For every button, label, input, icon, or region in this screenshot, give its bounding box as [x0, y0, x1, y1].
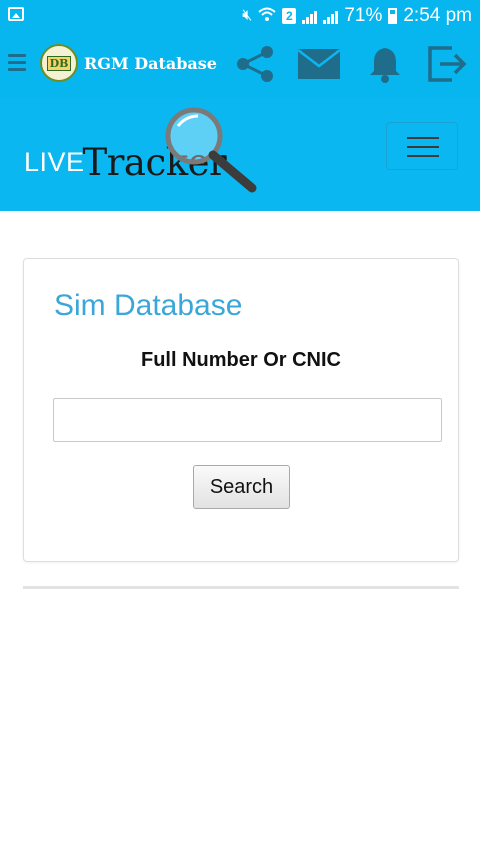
share-icon[interactable] [232, 44, 278, 84]
status-bar: 🔇︎ 2 71% 2:54 pm [0, 0, 480, 32]
drawer-menu-icon[interactable] [8, 54, 26, 75]
status-indicators: 🔇︎ 2 71% 2:54 pm [242, 4, 472, 28]
battery-percent: 71% [344, 5, 383, 26]
sim-database-card: Sim Database Full Number Or CNIC Search [23, 258, 459, 562]
signal-icon [302, 8, 318, 24]
mute-icon: 🔇︎ [242, 7, 253, 24]
search-button[interactable]: Search [193, 465, 290, 509]
logout-icon[interactable] [424, 44, 470, 84]
logo-text: DB [46, 55, 72, 71]
app-title: RGM Database [84, 54, 217, 73]
search-field-label: Full Number Or CNIC [140, 349, 341, 371]
bell-icon[interactable] [362, 44, 408, 84]
wifi-icon [258, 7, 276, 25]
sim-slot-badge: 2 [282, 8, 297, 24]
mail-icon[interactable] [296, 44, 342, 84]
image-notification-icon [8, 7, 24, 21]
nav-menu-toggle[interactable] [386, 122, 458, 170]
site-header: LIVE Tracker [0, 98, 480, 211]
signal-icon-2 [323, 8, 339, 24]
card-title: Sim Database [54, 289, 243, 322]
number-cnic-input[interactable] [53, 398, 442, 442]
brand-live-text: LIVE [24, 147, 85, 177]
magnifier-icon [165, 107, 257, 193]
divider [23, 586, 459, 589]
clock: 2:54 pm [403, 5, 472, 26]
app-toolbar: DB RGM Database [0, 32, 480, 99]
app-logo: DB [40, 44, 78, 82]
battery-icon [388, 8, 398, 24]
